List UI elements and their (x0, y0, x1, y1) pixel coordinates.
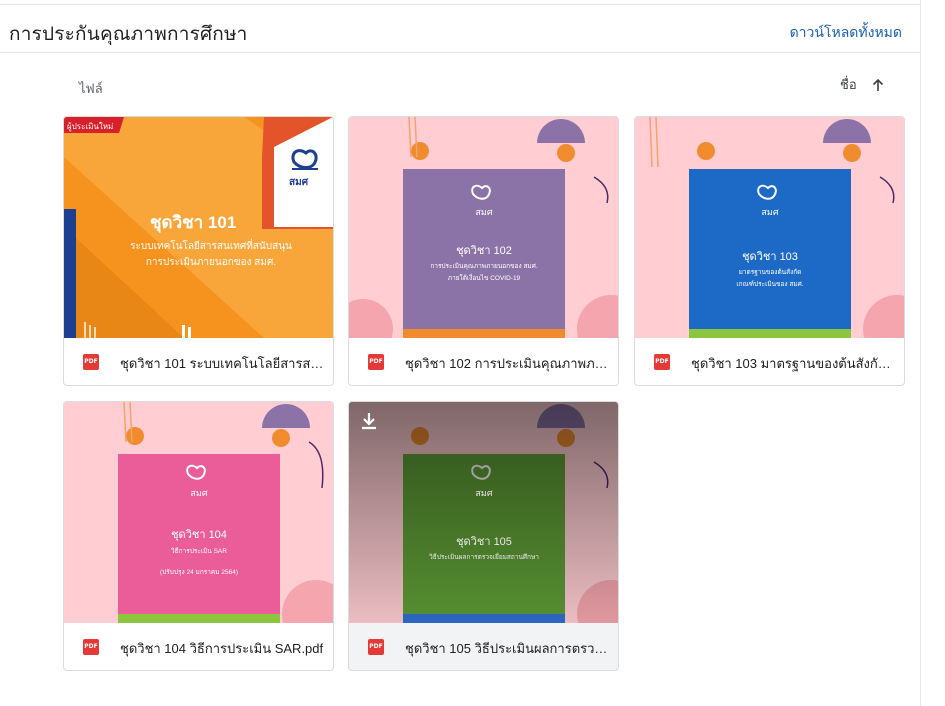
cover-subtitle-2: ภายใต้เงื่อนไข COVID-19 (447, 275, 521, 282)
sort-label: ชื่อ (840, 77, 857, 92)
cover-subtitle-1: วิธีประเมินผลการตรวจเยี่ยมสถานศึกษา (429, 554, 539, 561)
cover-logo: สมศ (289, 177, 309, 188)
cover-subtitle-1: ระบบเทคโนโลยีสารสนเทศที่สนับสนุน (130, 241, 292, 252)
file-thumbnail: ผู้ประเมินใหม่ สมศ ชุดวิชา 101 ระบบเทคโน… (64, 117, 333, 338)
files-section-label: ไฟล์ (79, 81, 103, 96)
cover-subtitle-1: การประเมินคุณภาพภายนอกของ สมศ. (430, 263, 538, 270)
cover-title: ชุดวิชา 104 (171, 529, 227, 541)
file-name: ชุดวิชา 105 วิธีประเมินผลการตรวจเ... (405, 641, 610, 656)
cover-title: ชุดวิชา 101 (150, 213, 237, 232)
sort-by-name-button[interactable]: ชื่อ (840, 74, 885, 95)
cover-subtitle-1: มาตรฐานของต้นสังกัด (738, 269, 802, 276)
pdf-file-icon: PDF (654, 354, 670, 370)
pdf-file-icon: PDF (83, 639, 99, 655)
file-card[interactable]: สมศ ชุดวิชา 105 วิธีประเมินผลการตรวจเยี่… (348, 401, 619, 671)
cover-subtitle-2: การประเมินภายนอกของ สมศ. (145, 257, 277, 268)
cover-subtitle-2: เกณฑ์ประเมินของ สมศ. (736, 281, 804, 288)
cover-logo: สมศ (475, 207, 493, 217)
page-title: การประกันคุณภาพการศึกษา (9, 24, 248, 45)
file-thumbnail: สมศ ชุดวิชา 104 วิธีการประเมิน SAR (ปรับ… (64, 402, 333, 623)
pdf-file-icon: PDF (368, 354, 384, 370)
cover-title: ชุดวิชา 105 (456, 536, 512, 548)
pdf-file-icon: PDF (368, 639, 384, 655)
cover-title: ชุดวิชา 102 (456, 245, 512, 257)
cover-logo: สมศ (190, 488, 208, 498)
file-caption: PDF ชุดวิชา 102 การประเมินคุณภาพภาย... (349, 338, 618, 385)
file-caption: PDF ชุดวิชา 104 วิธีการประเมิน SAR.pdf (64, 623, 333, 670)
file-thumbnail: สมศ ชุดวิชา 105 วิธีประเมินผลการตรวจเยี่… (349, 402, 618, 623)
cover-badge: ผู้ประเมินใหม่ (67, 122, 114, 131)
page-header: การประกันคุณภาพการศึกษา ดาวน์โหลดทั้งหมด (0, 5, 920, 53)
download-icon[interactable] (361, 412, 377, 430)
file-name: ชุดวิชา 104 วิธีการประเมิน SAR.pdf (120, 641, 324, 656)
file-card[interactable]: สมศ ชุดวิชา 102 การประเมินคุณภาพภายนอกขอ… (348, 116, 619, 386)
file-name: ชุดวิชา 102 การประเมินคุณภาพภาย... (405, 356, 610, 371)
arrow-up-icon (872, 78, 883, 91)
file-thumbnail: สมศ ชุดวิชา 103 มาตรฐานของต้นสังกัด เกณฑ… (635, 117, 904, 338)
file-name: ชุดวิชา 101 ระบบเทคโนโลยีสารสนเทศที่สนับ… (120, 356, 325, 371)
file-caption: PDF ชุดวิชา 103 มาตรฐานของต้นสังกัด เ... (635, 338, 904, 385)
file-caption: PDF ชุดวิชา 105 วิธีประเมินผลการตรวจเ... (349, 623, 618, 670)
file-caption: PDF ชุดวิชา 101 ระบบเทคโนโลยีสารสนเทศที่… (64, 338, 333, 385)
pdf-file-icon: PDF (83, 354, 99, 370)
download-all-link[interactable]: ดาวน์โหลดทั้งหมด (790, 22, 902, 44)
file-card[interactable]: สมศ ชุดวิชา 103 มาตรฐานของต้นสังกัด เกณฑ… (634, 116, 905, 386)
file-thumbnail: สมศ ชุดวิชา 102 การประเมินคุณภาพภายนอกขอ… (349, 117, 618, 338)
cover-subtitle-1: วิธีการประเมิน SAR (171, 548, 227, 555)
cover-subtitle-2: (ปรับปรุง 24 มกราคม 2564) (160, 569, 238, 576)
cover-logo: สมศ (761, 207, 779, 217)
file-name: ชุดวิชา 103 มาตรฐานของต้นสังกัด เ... (691, 356, 896, 371)
scrollbar[interactable] (920, 0, 945, 706)
cover-logo: สมศ (475, 488, 493, 498)
file-card[interactable]: ผู้ประเมินใหม่ สมศ ชุดวิชา 101 ระบบเทคโน… (63, 116, 334, 386)
file-card[interactable]: สมศ ชุดวิชา 104 วิธีการประเมิน SAR (ปรับ… (63, 401, 334, 671)
cover-title: ชุดวิชา 103 (742, 251, 798, 263)
